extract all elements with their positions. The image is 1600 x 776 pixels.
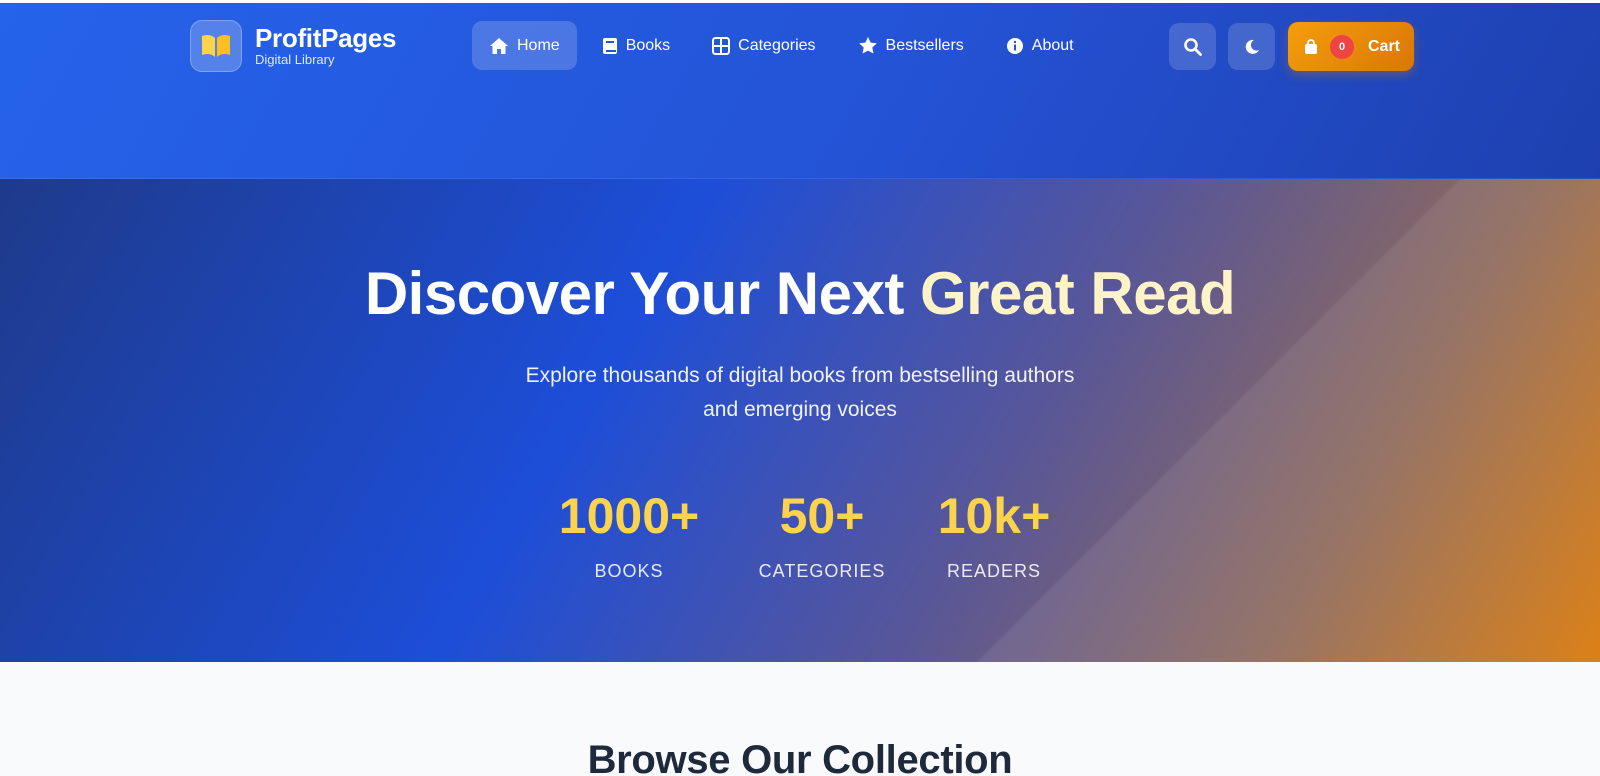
nav-home[interactable]: Home (472, 21, 577, 70)
nav-about-label: About (1031, 36, 1074, 54)
stat-categories-value: 50+ (779, 488, 865, 544)
nav-bestsellers[interactable]: Bestsellers (841, 21, 981, 70)
hero-subtitle-line2: and emerging voices (703, 398, 897, 421)
hero-title-part1: Discover Your Next (364, 260, 905, 327)
star-icon (858, 37, 877, 54)
nav-categories[interactable]: Categories (695, 21, 832, 70)
cart-count-badge: 0 (1330, 34, 1354, 59)
brand-name: ProfitPages (255, 23, 397, 53)
hero-title: Discover Your Next Great Read (0, 259, 1600, 328)
cart-label: Cart (1368, 37, 1401, 55)
main-nav: Home Books Categories Bestsellers About (472, 21, 1099, 70)
hero-section: Discover Your Next Great Read Explore th… (0, 179, 1600, 662)
info-icon (1006, 37, 1023, 54)
site-header: ProfitPages Digital Library Home Books C… (0, 3, 1600, 179)
stat-books-value: 1000+ (558, 488, 700, 544)
moon-icon (1245, 39, 1259, 54)
stat-books-label: BOOKS (594, 561, 664, 581)
search-button[interactable] (1169, 23, 1216, 70)
hero-subtitle-line1: Explore thousands of digital books from … (525, 364, 1075, 387)
section-title: Browse Our Collection (587, 738, 1013, 776)
nav-books-label: Books (625, 36, 671, 54)
shopping-bag-icon (1305, 38, 1317, 54)
grid-icon (712, 36, 731, 55)
stat-books: 1000+ BOOKS (544, 487, 714, 582)
hero-subtitle: Explore thousands of digital books from … (0, 359, 1600, 427)
book-icon (602, 37, 617, 54)
hero-title-part2: Great Read (920, 260, 1236, 327)
nav-bestsellers-label: Bestsellers (885, 36, 964, 54)
stat-readers: 10k+ READERS (924, 487, 1064, 582)
nav-books[interactable]: Books (585, 21, 687, 70)
stat-readers-label: READERS (946, 561, 1042, 581)
open-book-icon (190, 20, 242, 72)
stat-categories-label: CATEGORIES (758, 561, 886, 581)
brand-subtitle: Digital Library (255, 52, 335, 67)
cart-button[interactable]: 0 Cart (1288, 22, 1414, 71)
nav-about[interactable]: About (989, 21, 1091, 70)
search-icon (1183, 37, 1202, 56)
stat-readers-value: 10k+ (937, 488, 1051, 544)
nav-categories-label: Categories (738, 36, 816, 54)
brand[interactable]: ProfitPages Digital Library (190, 20, 396, 72)
theme-toggle-button[interactable] (1228, 23, 1275, 70)
home-icon (490, 37, 508, 54)
nav-home-label: Home (517, 36, 560, 54)
stat-categories: 50+ CATEGORIES (742, 487, 902, 582)
